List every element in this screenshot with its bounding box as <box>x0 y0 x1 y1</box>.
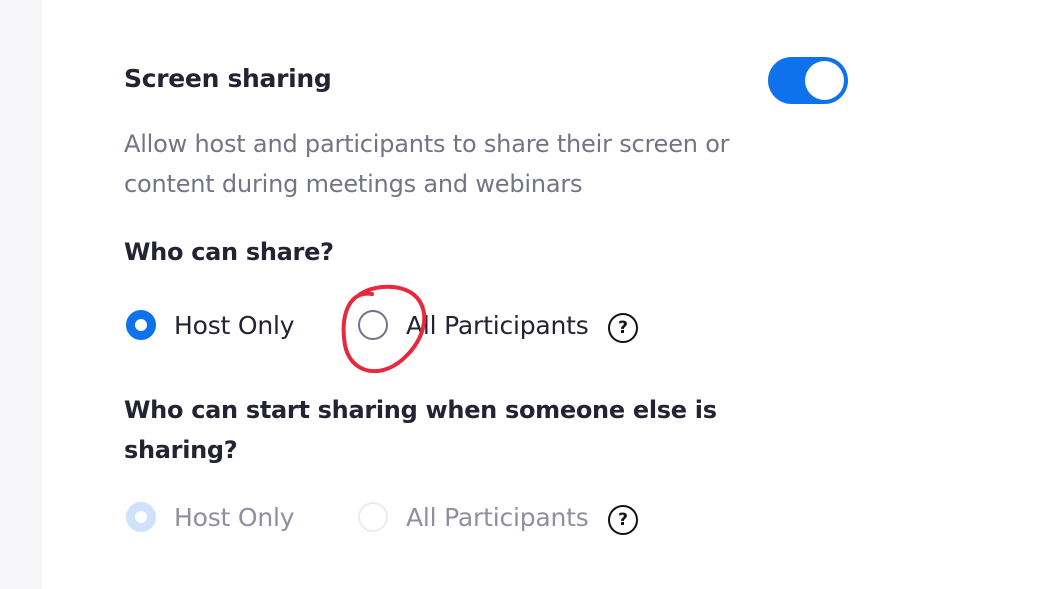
settings-page: Screen sharing Allow host and participan… <box>0 0 1049 589</box>
all-participants-label: All Participants <box>406 310 589 340</box>
host-only-label: Host Only <box>174 310 295 340</box>
host-only-radio[interactable] <box>126 310 156 340</box>
host-only-radio-disabled[interactable] <box>126 502 156 532</box>
who-can-share-host-only-option[interactable]: Host Only <box>126 310 295 340</box>
left-sidebar-edge <box>0 0 42 589</box>
who-can-start-sharing-label: Who can start sharing when someone else … <box>124 396 717 464</box>
screen-sharing-toggle[interactable] <box>768 57 848 104</box>
all-participants-label-disabled: All Participants <box>406 502 589 532</box>
all-participants-radio[interactable] <box>358 310 388 340</box>
toggle-knob <box>805 61 844 100</box>
setting-title: Screen sharing <box>124 64 332 93</box>
all-participants-radio-disabled[interactable] <box>358 502 388 532</box>
setting-description: Allow host and participants to share the… <box>124 130 730 198</box>
help-icon-second[interactable]: ? <box>608 505 638 535</box>
help-icon[interactable]: ? <box>608 313 638 343</box>
who-can-start-all-participants-option[interactable]: All Participants <box>358 502 589 532</box>
screen-sharing-settings: Screen sharing Allow host and participan… <box>42 0 1049 589</box>
host-only-label-disabled: Host Only <box>174 502 295 532</box>
who-can-share-all-participants-option[interactable]: All Participants <box>358 310 589 340</box>
who-can-start-host-only-option[interactable]: Host Only <box>126 502 295 532</box>
who-can-share-label: Who can share? <box>124 238 334 266</box>
